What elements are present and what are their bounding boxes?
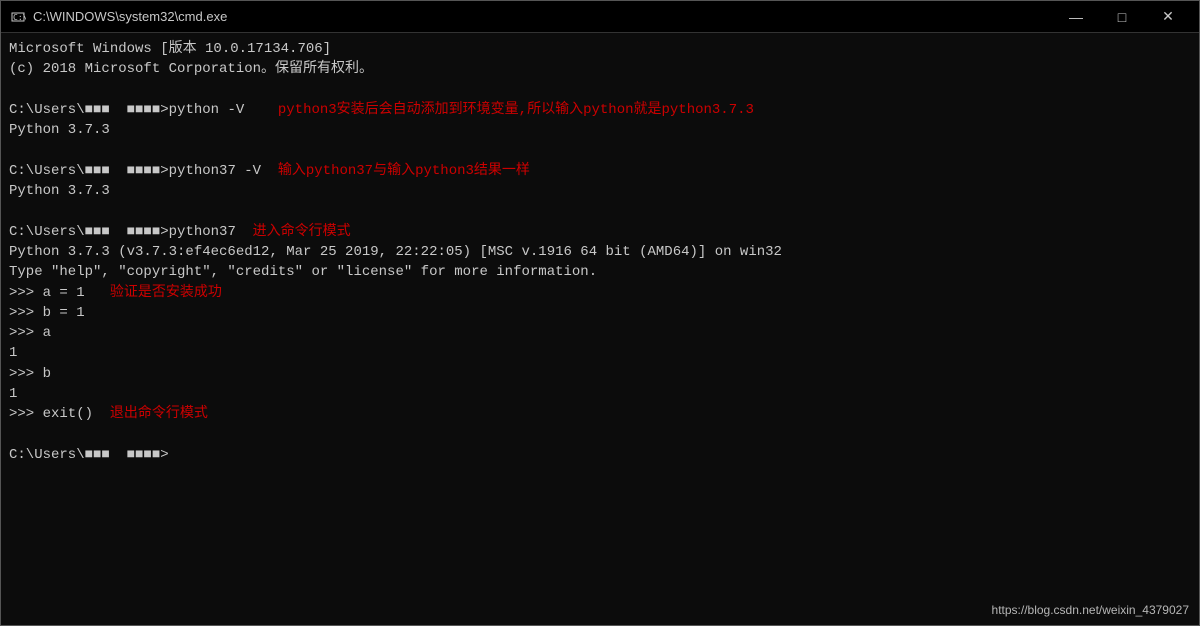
close-button[interactable]: ✕	[1145, 1, 1191, 33]
terminal-line: 1	[9, 343, 1191, 363]
svg-text:C:\: C:\	[13, 13, 26, 22]
terminal-line: >>> b = 1	[9, 303, 1191, 323]
terminal-line: 1	[9, 384, 1191, 404]
terminal-line: C:\Users\■■■ ■■■■>python37 进入命令行模式	[9, 222, 1191, 242]
terminal-area: Microsoft Windows [版本 10.0.17134.706](c)…	[1, 33, 1199, 625]
terminal-line: Python 3.7.3	[9, 181, 1191, 201]
cmd-icon: C:\	[9, 8, 27, 26]
window-title: C:\WINDOWS\system32\cmd.exe	[33, 9, 1053, 24]
terminal-line: >>> a = 1 验证是否安装成功	[9, 283, 1191, 303]
terminal-line	[9, 140, 1191, 160]
terminal-line: Microsoft Windows [版本 10.0.17134.706]	[9, 39, 1191, 59]
minimize-button[interactable]: —	[1053, 1, 1099, 33]
terminal-line: (c) 2018 Microsoft Corporation。保留所有权利。	[9, 59, 1191, 79]
terminal-line: C:\Users\■■■ ■■■■>python37 -V 输入python37…	[9, 161, 1191, 181]
cmd-window: C:\ C:\WINDOWS\system32\cmd.exe — □ ✕ Mi…	[0, 0, 1200, 626]
terminal-output: Microsoft Windows [版本 10.0.17134.706](c)…	[9, 39, 1191, 465]
watermark: https://blog.csdn.net/weixin_4379027	[992, 603, 1189, 617]
window-controls: — □ ✕	[1053, 1, 1191, 33]
terminal-line: Python 3.7.3	[9, 120, 1191, 140]
terminal-line: >>> a	[9, 323, 1191, 343]
terminal-line: Python 3.7.3 (v3.7.3:ef4ec6ed12, Mar 25 …	[9, 242, 1191, 262]
terminal-line: >>> b	[9, 364, 1191, 384]
terminal-line	[9, 80, 1191, 100]
terminal-line: >>> exit() 退出命令行模式	[9, 404, 1191, 424]
title-bar: C:\ C:\WINDOWS\system32\cmd.exe — □ ✕	[1, 1, 1199, 33]
maximize-button[interactable]: □	[1099, 1, 1145, 33]
terminal-line: C:\Users\■■■ ■■■■>	[9, 445, 1191, 465]
terminal-line	[9, 425, 1191, 445]
terminal-line: C:\Users\■■■ ■■■■>python -V python3安装后会自…	[9, 100, 1191, 120]
terminal-line	[9, 201, 1191, 221]
terminal-line: Type "help", "copyright", "credits" or "…	[9, 262, 1191, 282]
